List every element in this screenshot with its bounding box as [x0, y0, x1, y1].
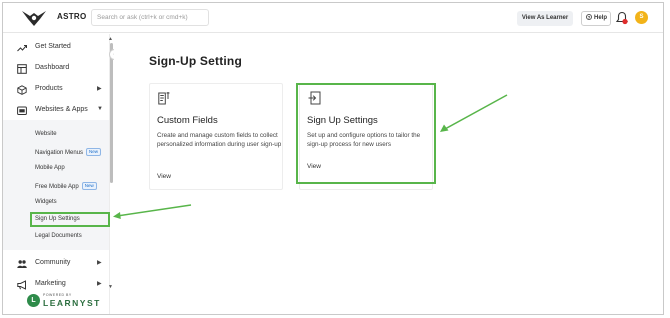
people-icon: [17, 260, 27, 268]
annotation-arrow-card: [440, 94, 508, 132]
sidebar-item-label: Websites & Apps: [35, 106, 88, 113]
avatar[interactable]: S: [635, 11, 648, 24]
custom-fields-card[interactable]: Custom Fields Create and manage custom f…: [149, 83, 283, 190]
scroll-down-icon[interactable]: ▼: [108, 284, 113, 290]
app-window: ASTRO Search or ask (ctrl+k or cmd+k) Vi…: [2, 2, 664, 315]
websites-icon: [17, 106, 27, 115]
astro-logo-icon: [22, 11, 46, 26]
chevron-right-icon: ▶: [97, 260, 102, 266]
new-badge: New: [81, 182, 97, 190]
megaphone-icon: [17, 280, 26, 290]
custom-fields-icon: [158, 92, 170, 105]
notification-bell-icon[interactable]: [615, 11, 629, 25]
view-link[interactable]: View: [157, 173, 171, 180]
learnyst-brand: LEARNYST: [43, 298, 101, 308]
sidebar-item-get-started[interactable]: Get Started: [3, 39, 103, 57]
sidebar-item-marketing[interactable]: Marketing ▶: [3, 276, 103, 294]
submenu-item-label: Navigation Menus: [35, 150, 84, 156]
learnyst-logo-icon: L: [27, 294, 40, 307]
new-badge: New: [86, 148, 102, 156]
highlight-box-sign-up-card: [296, 83, 436, 184]
view-as-learner-button[interactable]: View As Learner: [517, 11, 573, 26]
search-input[interactable]: Search or ask (ctrl+k or cmd+k): [91, 9, 209, 26]
submenu-item-mobile-app[interactable]: Mobile App: [35, 165, 65, 171]
cube-icon: [17, 85, 27, 95]
card-description: Create and manage custom fields to colle…: [157, 132, 282, 149]
page-title: Sign-Up Setting: [149, 54, 242, 68]
sidebar-item-websites-apps[interactable]: Websites & Apps ▼: [3, 102, 103, 120]
chevron-down-icon: ▼: [97, 106, 103, 112]
sidebar-item-community[interactable]: Community ▶: [3, 255, 103, 273]
help-label: Help: [594, 15, 608, 21]
sidebar-item-products[interactable]: Products ▶: [3, 81, 103, 99]
submenu-item-website[interactable]: Website: [35, 131, 57, 137]
sidebar-item-label: Dashboard: [35, 64, 70, 71]
annotation-arrow-left: [113, 204, 192, 219]
sidebar-item-dashboard[interactable]: Dashboard: [3, 60, 103, 78]
submenu-item-widgets[interactable]: Widgets: [35, 199, 57, 205]
chevron-right-icon: ▶: [97, 281, 102, 287]
submenu-item-navigation-menus[interactable]: Navigation Menus New: [35, 148, 102, 156]
submenu-item-label: Free Mobile App: [35, 184, 79, 190]
trending-up-icon: [17, 45, 27, 52]
top-bar: ASTRO Search or ask (ctrl+k or cmd+k) Vi…: [3, 3, 663, 33]
sidebar-item-label: Marketing: [35, 280, 66, 287]
powered-by-label: POWERED BY: [43, 293, 72, 297]
scroll-up-icon[interactable]: ▲: [108, 36, 113, 42]
card-title: Custom Fields: [157, 115, 218, 126]
sidebar-item-label: Get Started: [35, 43, 71, 50]
dashboard-icon: [17, 64, 27, 74]
question-icon: ?: [586, 14, 592, 20]
sidebar-scroll-thumb[interactable]: [110, 43, 113, 183]
sidebar: Get Started Dashboard Products ▶ Website…: [3, 34, 110, 314]
sidebar-item-label: Products: [35, 85, 63, 92]
submenu-item-legal-documents[interactable]: Legal Documents: [35, 233, 82, 239]
highlight-box-sign-up-settings: [30, 212, 110, 227]
help-button[interactable]: ? Help: [581, 11, 611, 26]
submenu-item-free-mobile-app[interactable]: Free Mobile App New: [35, 182, 97, 190]
sidebar-item-label: Community: [35, 259, 71, 266]
chevron-right-icon: ▶: [97, 86, 102, 92]
brand-name: ASTRO: [57, 12, 87, 21]
